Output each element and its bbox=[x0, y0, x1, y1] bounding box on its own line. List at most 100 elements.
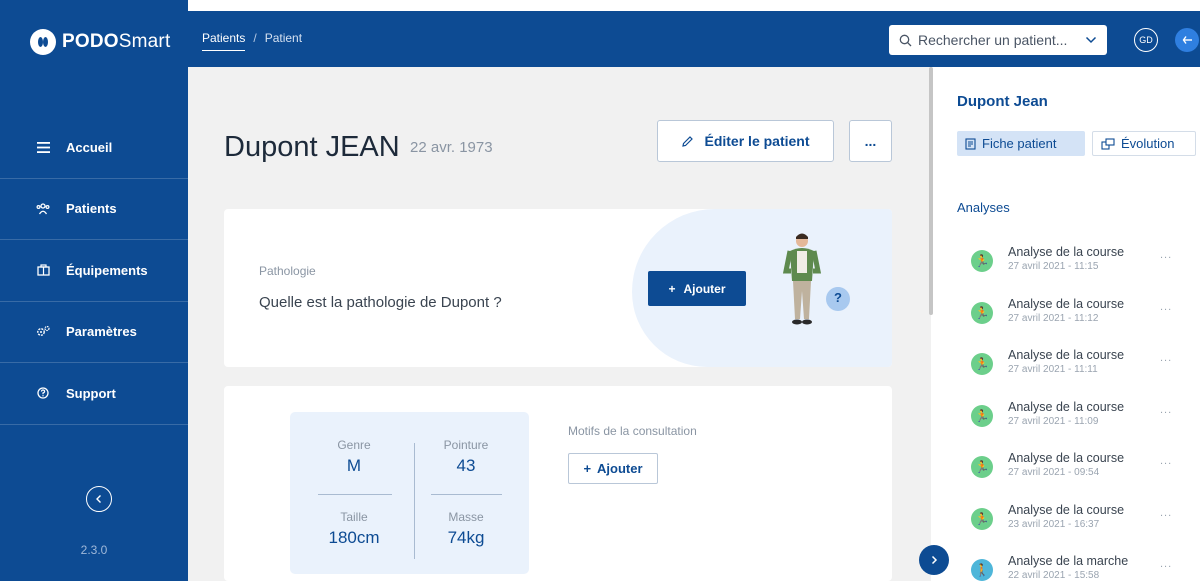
users-icon bbox=[36, 203, 50, 215]
analysis-title: Analyse de la course bbox=[1008, 245, 1125, 259]
question-mark: ? bbox=[834, 290, 842, 305]
side-panel-patient-name: Dupont Jean bbox=[957, 93, 1048, 110]
list-item[interactable]: 🏃 Analyse de la course 27 avril 2021 - 1… bbox=[971, 297, 1200, 349]
analysis-title: Analyse de la course bbox=[1008, 502, 1125, 517]
running-icon: 🏃 bbox=[971, 456, 993, 478]
chevron-right-icon bbox=[931, 555, 938, 565]
stat-value: 74kg bbox=[447, 528, 485, 547]
edit-patient-label: Éditer le patient bbox=[704, 133, 810, 149]
equipment-icon bbox=[36, 264, 50, 276]
list-item[interactable]: 🏃 Analyse de la course 27 avril 2021 - 1… bbox=[971, 348, 1200, 400]
plus-icon: + bbox=[583, 461, 592, 476]
app-version: 2.3.0 bbox=[80, 543, 108, 557]
list-item[interactable]: 🏃 Analyse de la course 27 avril 2021 - 0… bbox=[971, 451, 1200, 503]
stats-divider bbox=[431, 494, 502, 495]
list-item[interactable]: 🏃 Analyse de la course 23 avril 2021 - 1… bbox=[971, 503, 1200, 555]
patient-info-card: Genre M Pointure 43 Taille 180cm Masse 7… bbox=[224, 386, 892, 581]
more-options-button[interactable]: ... bbox=[849, 120, 892, 162]
chevron-left-icon bbox=[96, 495, 101, 503]
analysis-date: 23 avril 2021 - 16:37 bbox=[1008, 518, 1100, 530]
sidebar-item-equipements[interactable]: Équipements bbox=[0, 240, 188, 302]
app-logo[interactable]: PODOSmart bbox=[30, 26, 170, 58]
app-name: PODOSmart bbox=[62, 31, 171, 52]
running-icon: 🏃 bbox=[971, 250, 993, 272]
patient-stats-panel: Genre M Pointure 43 Taille 180cm Masse 7… bbox=[290, 412, 529, 574]
stat-value: 43 bbox=[456, 456, 476, 475]
sidebar-item-parametres[interactable]: Paramètres bbox=[0, 302, 188, 363]
tab-evolution[interactable]: Évolution bbox=[1092, 131, 1196, 156]
edit-patient-button[interactable]: Éditer le patient bbox=[657, 120, 834, 162]
breadcrumb-patients-link[interactable]: Patients bbox=[202, 31, 246, 51]
analysis-more-button[interactable]: ... bbox=[1160, 404, 1172, 416]
pathology-card: Pathologie Quelle est la pathologie de D… bbox=[224, 209, 892, 367]
stat-shoe-size: Pointure 43 bbox=[411, 438, 521, 476]
add-consultation-reason-button[interactable]: + Ajouter bbox=[568, 453, 658, 484]
analysis-title: Analyse de la course bbox=[1008, 348, 1125, 362]
patient-birth-date: 22 avr. 1973 bbox=[410, 139, 493, 156]
stat-label: Taille bbox=[340, 510, 368, 524]
analyses-list: 🏃 Analyse de la course 27 avril 2021 - 1… bbox=[971, 245, 1200, 581]
analysis-more-button[interactable]: ... bbox=[1160, 249, 1172, 261]
stat-value: M bbox=[346, 456, 362, 475]
chevron-down-icon[interactable] bbox=[1085, 36, 1097, 44]
help-icon bbox=[36, 387, 50, 399]
tab-label: Fiche patient bbox=[982, 136, 1057, 151]
patient-illustration bbox=[776, 229, 866, 339]
evolution-icon bbox=[1101, 137, 1115, 150]
analysis-more-button[interactable]: ... bbox=[1160, 352, 1172, 364]
patient-side-panel: Dupont Jean Fiche patient Évolution Anal… bbox=[935, 67, 1200, 581]
add-pathology-button[interactable]: + Ajouter bbox=[648, 271, 746, 306]
search-input[interactable]: Rechercher un patient... bbox=[918, 32, 1079, 48]
running-icon: 🏃 bbox=[971, 301, 993, 324]
sidebar: PODOSmart Accueil Patients Équipements P… bbox=[0, 0, 188, 581]
tab-patient-sheet[interactable]: Fiche patient bbox=[957, 131, 1085, 156]
logout-button[interactable] bbox=[1175, 28, 1199, 52]
menu-icon bbox=[36, 141, 50, 153]
main-scrollbar[interactable] bbox=[929, 67, 933, 315]
stats-divider bbox=[318, 494, 392, 495]
feet-logo-icon bbox=[30, 29, 56, 55]
patient-search[interactable]: Rechercher un patient... bbox=[889, 25, 1107, 55]
stat-mass: Masse 74kg bbox=[411, 510, 521, 548]
tab-label: Évolution bbox=[1121, 136, 1175, 151]
stat-gender: Genre M bbox=[299, 438, 409, 476]
analysis-title: Analyse de la course bbox=[1008, 399, 1125, 414]
user-avatar[interactable]: GD bbox=[1134, 28, 1158, 52]
search-icon bbox=[899, 34, 912, 46]
list-item[interactable]: 🚶 Analyse de la marche 22 avril 2021 - 1… bbox=[971, 554, 1200, 581]
sidebar-item-accueil[interactable]: Accueil bbox=[0, 117, 188, 179]
page-title: Dupont JEAN bbox=[224, 131, 400, 163]
analysis-date: 27 avril 2021 - 11:09 bbox=[1008, 415, 1099, 427]
breadcrumb: Patients / Patient bbox=[202, 31, 302, 51]
sidebar-item-label: Accueil bbox=[66, 139, 113, 155]
analyses-heading: Analyses bbox=[957, 200, 1010, 215]
list-item[interactable]: 🏃 Analyse de la course 27 avril 2021 - 1… bbox=[971, 400, 1200, 452]
analysis-title: Analyse de la marche bbox=[1008, 554, 1129, 568]
sidebar-item-support[interactable]: Support bbox=[0, 363, 188, 425]
running-icon: 🏃 bbox=[971, 404, 993, 427]
analysis-more-button[interactable]: ... bbox=[1160, 558, 1172, 570]
running-icon: 🏃 bbox=[971, 507, 993, 530]
toggle-side-panel-button[interactable] bbox=[919, 545, 949, 575]
stat-value: 180cm bbox=[328, 528, 380, 547]
walking-icon: 🚶 bbox=[971, 559, 993, 581]
document-icon bbox=[965, 137, 976, 150]
collapse-sidebar-button[interactable] bbox=[86, 486, 112, 512]
settings-icon bbox=[36, 325, 50, 338]
analysis-title: Analyse de la course bbox=[1008, 296, 1125, 311]
sidebar-item-patients[interactable]: Patients bbox=[0, 179, 188, 240]
stat-label: Genre bbox=[337, 438, 371, 452]
list-item[interactable]: 🏃 Analyse de la course 27 avril 2021 - 1… bbox=[971, 245, 1200, 297]
pencil-icon bbox=[682, 135, 694, 147]
pathology-label: Pathologie bbox=[259, 264, 316, 278]
stat-label: Masse bbox=[448, 510, 484, 524]
breadcrumb-current: Patient bbox=[264, 31, 303, 45]
analysis-more-button[interactable]: ... bbox=[1160, 301, 1172, 313]
top-bar: Patients / Patient Rechercher un patient… bbox=[188, 11, 1200, 67]
analysis-more-button[interactable]: ... bbox=[1160, 455, 1172, 467]
sidebar-item-label: Support bbox=[66, 385, 116, 401]
analysis-date: 22 avril 2021 - 15:58 bbox=[1008, 570, 1100, 581]
add-consultation-label: Ajouter bbox=[597, 461, 643, 476]
logout-icon bbox=[1182, 36, 1192, 44]
analysis-more-button[interactable]: ... bbox=[1160, 507, 1172, 519]
